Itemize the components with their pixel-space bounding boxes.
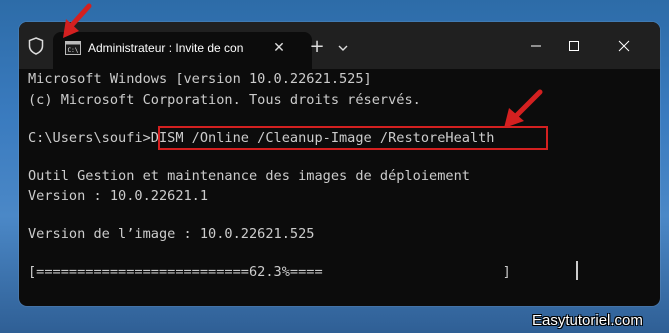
tab-bar: C:\ Administrateur : Invite de con ✕ + [19,22,660,69]
progress-line: [==========================62.3%==== ] [28,264,511,280]
close-window-button[interactable] [612,36,636,56]
shield-icon[interactable] [28,37,44,55]
red-arrow-icon [63,3,92,38]
chevron-down-icon[interactable] [333,38,353,58]
close-tab-button[interactable]: ✕ [267,36,291,60]
new-tab-button[interactable]: + [305,36,329,60]
watermark: Easytutoriel.com [532,312,643,329]
terminal-line: Outil Gestion et maintenance des images … [28,168,470,184]
terminal-line: Microsoft Windows [version 10.0.22621.52… [28,71,372,87]
terminal-line: Version : 10.0.22621.1 [28,188,209,204]
terminal-line: Version de l’image : 10.0.22621.525 [28,226,315,242]
svg-text:C:\: C:\ [68,47,79,54]
terminal-output[interactable]: Microsoft Windows [version 10.0.22621.52… [19,69,660,306]
command-highlight-box [158,126,548,150]
text-cursor [576,261,578,280]
maximize-button[interactable] [562,36,586,56]
terminal-line: (c) Microsoft Corporation. Tous droits r… [28,92,421,108]
red-arrow-icon [504,89,543,128]
terminal-window: C:\ Administrateur : Invite de con ✕ + M… [19,22,660,306]
tab-title: Administrateur : Invite de con [88,41,244,55]
minimize-button[interactable] [524,36,548,56]
